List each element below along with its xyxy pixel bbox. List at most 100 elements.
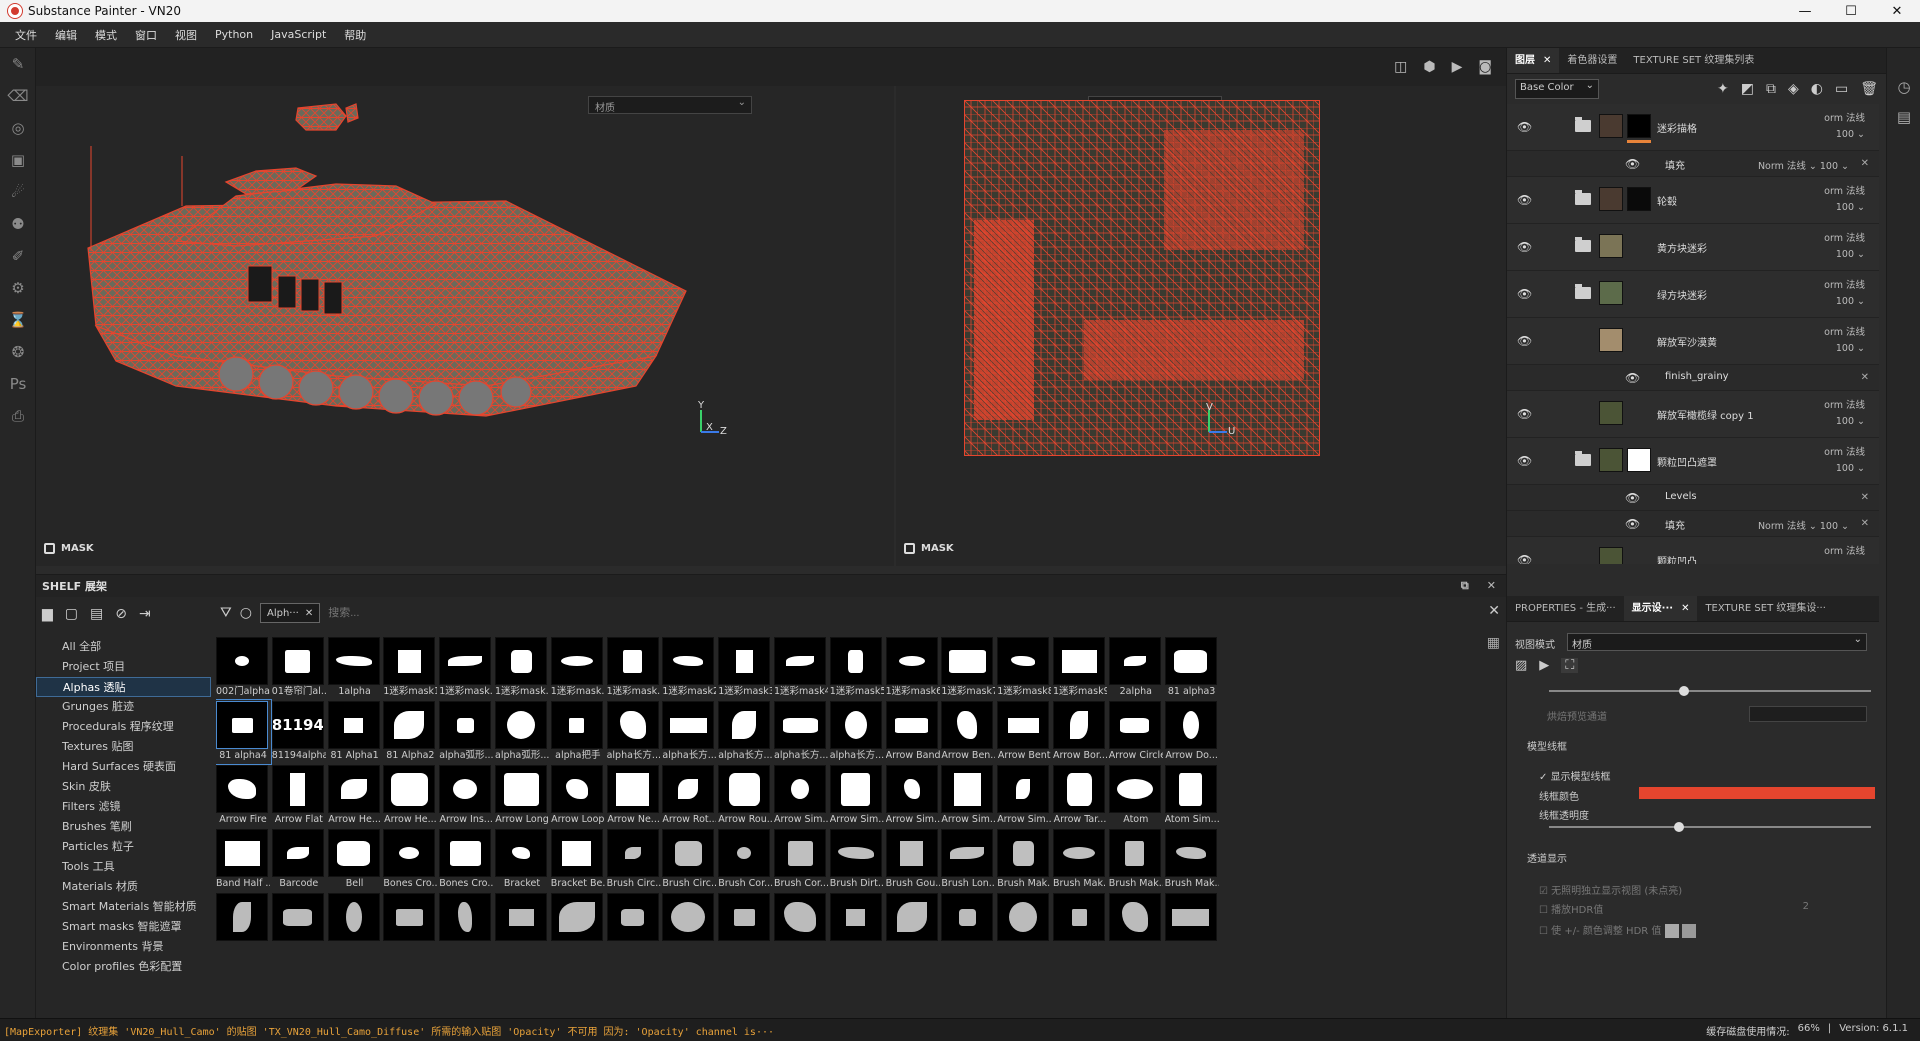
minimize-button[interactable]: — [1782,0,1828,22]
alpha-option-1[interactable]: ☑ 无照明独立显示视图 (未点亮) [1539,882,1682,897]
shelf-asset-item[interactable]: Arrow Rou... [718,765,772,827]
mask-toggle-2d[interactable]: MASK [904,543,954,554]
color-box-2[interactable] [1681,924,1696,938]
camera-icon[interactable]: ▶ [1452,59,1463,75]
visibility-eye-icon[interactable]: 👁 [1625,157,1640,171]
shelf-category-item[interactable]: Tools 工具 [36,857,211,877]
shelf-asset-item[interactable]: Arrow Ins... [439,765,493,827]
shelf-category-item[interactable]: Smart masks 智能遮罩 [36,917,211,937]
log-icon[interactable]: ▤ [1887,102,1920,132]
shelf-category-item[interactable]: Color profiles 色彩配置 [36,957,211,977]
shelf-asset-item[interactable]: Arrow Rot... [662,765,716,827]
layer-blend-mode[interactable]: orm 法线 [1824,277,1865,291]
visibility-eye-icon[interactable]: 👁 [1517,334,1532,348]
close-button[interactable]: ✕ [1874,0,1920,22]
shelf-asset-item[interactable] [774,893,828,955]
remove-effect-icon[interactable]: ✕ [1861,372,1869,383]
shelf-asset-item[interactable]: Arrow Tar... [1053,765,1107,827]
shelf-asset-item[interactable]: 1迷彩mask7 [941,637,995,699]
shelf-asset-item[interactable]: Bracket [495,829,549,891]
layer-row[interactable]: 👁 100 ⌄ 绿方块迷彩 orm 法线 [1507,271,1879,318]
shelf-asset-item[interactable]: 81 Alpha1 [327,701,382,763]
checkbox-icon[interactable]: ☐ [1539,926,1551,937]
shelf-asset-item[interactable]: 1迷彩mask6 [885,637,940,699]
panel-tab[interactable]: PROPERTIES - 生成··· [1507,596,1624,621]
shelf-asset-item[interactable]: Brush Mak... [1053,829,1107,891]
shelf-asset-item[interactable]: Band Half ... [216,829,270,891]
folder-icon[interactable] [1575,284,1591,299]
shelf-asset-item[interactable]: 1迷彩mask9 [1053,637,1107,699]
filter-chip[interactable]: Alph··· ✕ [259,603,321,623]
shelf-asset-item[interactable] [1053,893,1107,955]
shelf-asset-item[interactable]: 81194 81194alpha [271,701,326,763]
layer-thumbnail[interactable] [1599,328,1623,352]
shelf-asset-item[interactable]: 01卷帘门al... [271,637,326,699]
shelf-asset-item[interactable]: Arrow Circle [1108,701,1163,763]
layer-blend-mode[interactable]: orm 法线 [1824,444,1865,458]
hdr-value[interactable]: 2 [1803,901,1809,912]
shelf-asset-item[interactable]: alpha长方... [606,701,661,763]
shelf-category-item[interactable]: Particles 粒子 [36,837,211,857]
new-file-icon[interactable]: ▢ [65,606,78,622]
shelf-asset-item[interactable] [383,893,437,955]
shelf-asset-item[interactable]: 1迷彩mask4 [774,637,828,699]
shelf-asset-item[interactable]: Arrow Sim... [997,765,1051,827]
iray-icon[interactable]: ❂ [0,336,36,368]
wire-opacity-slider[interactable] [1549,822,1871,832]
layer-row[interactable]: 👁 100 ⌄ 黄方块迷彩 orm 法线 [1507,224,1879,271]
shelf-asset-item[interactable]: alpha弧形... [495,701,549,763]
shelf-asset-item[interactable]: Brush Gou... [885,829,940,891]
wire-color-swatch[interactable] [1639,787,1875,799]
show-wire-option[interactable]: ✓ 显示模型线框 [1539,768,1611,783]
shelf-asset-item[interactable] [327,893,382,955]
bake-preview-field[interactable] [1749,706,1867,722]
shelf-asset-item[interactable]: Bracket Be... [550,829,605,891]
menu-edit[interactable]: 编辑 [46,27,86,43]
shelf-asset-item[interactable] [216,893,270,955]
shelf-asset-item[interactable]: Brush Mak... [997,829,1051,891]
view-split-icon[interactable]: ◫ [1394,59,1407,75]
shelf-category-item[interactable]: Project 项目 [36,657,211,677]
layer-opacity[interactable]: 100 ⌄ [1836,416,1865,427]
visibility-eye-icon[interactable]: 👁 [1625,371,1640,385]
shelf-asset-item[interactable]: 1迷彩mask... [495,637,549,699]
filter-icon[interactable]: ⛛ [220,605,232,621]
smart-material-icon[interactable]: ◐ [1811,81,1823,97]
video-icon[interactable]: ▶ [1539,658,1549,673]
layer-opacity[interactable]: 100 ⌄ [1836,463,1865,474]
maximize-button[interactable]: ☐ [1828,0,1874,22]
layer-opacity[interactable]: 100 ⌄ [1836,296,1865,307]
delete-layer-icon[interactable]: 🗑 [1860,81,1878,97]
shelf-asset-item[interactable] [997,893,1051,955]
menu-file[interactable]: 文件 [6,27,46,43]
folder-icon[interactable] [1575,190,1591,205]
shelf-asset-item[interactable]: Brush Cor... [774,829,828,891]
panel-tab[interactable]: TEXTURE SET 纹理集设··· [1697,596,1833,621]
layer-blend-mode[interactable]: Norm 法线 ⌄ 100 ⌄ [1758,158,1849,172]
shelf-asset-item[interactable]: 81 Alpha2 [383,701,437,763]
shelf-asset-item[interactable]: 1alpha [327,637,382,699]
layer-blend-mode[interactable]: orm 法线 [1824,397,1865,411]
shelf-asset-item[interactable]: Brush Dirt... [829,829,884,891]
shelf-category-item[interactable]: Grunges 脏迹 [36,697,211,717]
channel-select[interactable]: Base Color [1515,79,1599,99]
layer-thumbnail[interactable] [1599,281,1623,305]
folder-icon[interactable] [1575,451,1591,466]
layer-thumbnail[interactable] [1599,114,1623,138]
shelf-category-item[interactable]: All 全部 [36,637,211,657]
screenshot-icon[interactable]: ◙ [1478,59,1492,75]
search-clear-icon[interactable]: ✕ [1488,603,1500,619]
layer-blend-mode[interactable]: orm 法线 [1824,183,1865,197]
shelf-asset-item[interactable]: 1迷彩mask2 [662,637,716,699]
tab-close-icon[interactable]: ✕ [1543,48,1551,73]
eraser-icon[interactable]: ⌫ [0,80,36,112]
exposure-slider[interactable] [1549,686,1871,696]
shelf-asset-item[interactable]: 1迷彩mask3 [718,637,772,699]
layer-thumbnail[interactable] [1599,234,1623,258]
shelf-asset-item[interactable] [606,893,661,955]
shelf-category-item[interactable]: Filters 滤镜 [36,797,211,817]
layer-thumbnail[interactable] [1599,401,1623,425]
shelf-asset-item[interactable] [439,893,493,955]
layer-row[interactable]: 👁 颗粒凹凸 orm 法线 [1507,537,1879,564]
cube-view-icon[interactable]: ⬢ [1423,59,1435,75]
